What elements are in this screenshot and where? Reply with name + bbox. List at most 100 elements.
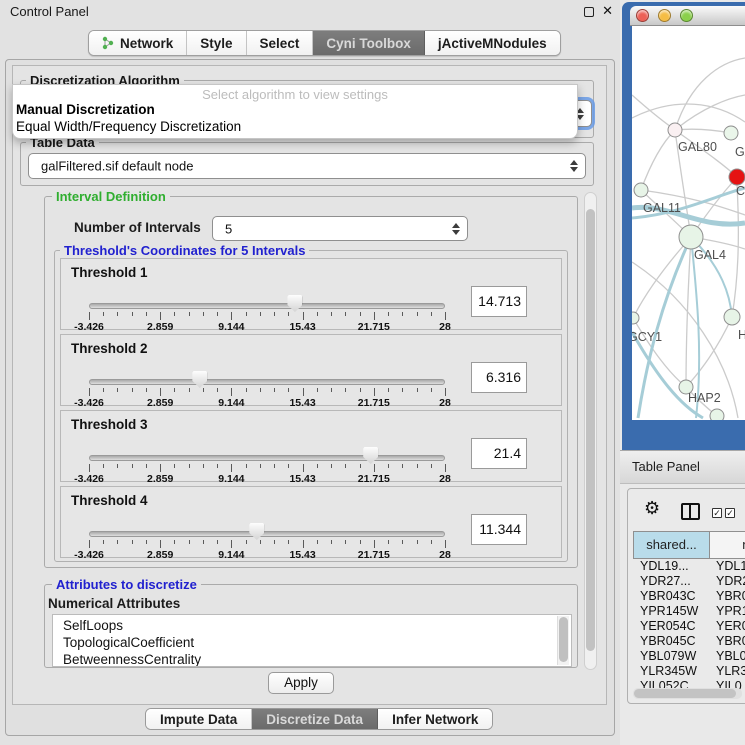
num-intervals-combobox[interactable]: 5: [212, 216, 468, 241]
column-header-shared[interactable]: shared...: [633, 531, 710, 559]
tick-mark: [231, 540, 232, 548]
tab-style[interactable]: Style: [187, 31, 246, 55]
columns-icon[interactable]: [681, 503, 700, 520]
tab-impute-data[interactable]: Impute Data: [146, 709, 252, 729]
table-cell[interactable]: YBR0: [710, 634, 745, 649]
attribute-list-item[interactable]: SelfLoops: [53, 617, 571, 634]
network-edge: [675, 58, 745, 130]
tick-mark: [331, 464, 332, 468]
network-node-label: GAL80: [678, 140, 717, 154]
scrollbar-thumb[interactable]: [586, 209, 595, 651]
table-data-combobox[interactable]: galFiltered.sif default node: [28, 153, 586, 179]
table-cell[interactable]: YLR345W: [633, 664, 710, 679]
network-node[interactable]: [710, 409, 724, 420]
scrollbar-thumb[interactable]: [634, 689, 736, 698]
float-window-icon[interactable]: [584, 7, 594, 17]
table-row[interactable]: YDL19...YDL1: [633, 559, 745, 574]
tab-cyni-toolbox[interactable]: Cyni Toolbox: [313, 31, 425, 55]
table-row[interactable]: YLR345WYLR3: [633, 664, 745, 679]
table-cell[interactable]: YBR043C: [633, 589, 710, 604]
slider-track[interactable]: [89, 379, 445, 385]
slider-thumb[interactable]: [249, 523, 264, 540]
tick-mark: [103, 464, 104, 468]
table-row[interactable]: YBL079WYBL0: [633, 649, 745, 664]
attributes-list-scrollbar[interactable]: [557, 616, 569, 665]
dropdown-hint: Select algorithm to view settings: [13, 85, 577, 102]
dropdown-option-equal-width[interactable]: Equal Width/Frequency Discretization: [13, 119, 577, 136]
network-node[interactable]: [632, 312, 639, 324]
tick-label: 28: [439, 397, 451, 409]
tick-mark: [345, 540, 346, 544]
network-node[interactable]: [729, 169, 745, 185]
panel-scrollbar[interactable]: [584, 192, 597, 670]
checkbox-icon[interactable]: ✓: [725, 508, 735, 518]
checkbox-icon[interactable]: ✓: [712, 508, 722, 518]
tick-mark: [132, 540, 133, 544]
numerical-attributes-label: Numerical Attributes: [48, 596, 180, 611]
network-node[interactable]: [724, 309, 740, 325]
table-cell[interactable]: YDL1: [710, 559, 745, 574]
network-node[interactable]: [679, 225, 703, 249]
attribute-list-item[interactable]: BetweennessCentrality: [53, 651, 571, 667]
table-cell[interactable]: YBR0: [710, 589, 745, 604]
tab-jactivemnodules[interactable]: jActiveMNodules: [425, 31, 560, 55]
table-row[interactable]: YPR145WYPR1: [633, 604, 745, 619]
slider-thumb[interactable]: [192, 371, 207, 388]
table-panel-card: ⚙ ✓ ✓ shared... na YDL19...YDL1YDR27...Y…: [627, 488, 745, 704]
table-cell[interactable]: YBL079W: [633, 649, 710, 664]
table-cell[interactable]: YBL0: [710, 649, 745, 664]
table-row[interactable]: YER054CYER0: [633, 619, 745, 634]
table-cell[interactable]: YDR27...: [633, 574, 710, 589]
table-row[interactable]: YBR045CYBR0: [633, 634, 745, 649]
slider-track[interactable]: [89, 303, 445, 309]
table-cell[interactable]: YDL19...: [633, 559, 710, 574]
close-icon[interactable]: ✕: [602, 3, 613, 19]
slider-thumb[interactable]: [287, 295, 302, 312]
table-cell[interactable]: YPR1: [710, 604, 745, 619]
table-cell[interactable]: YER0: [710, 619, 745, 634]
threshold-row: Threshold 3 -3.4262.8599.14415.4321.7152…: [60, 410, 562, 482]
attribute-list-item[interactable]: TopologicalCoefficient: [53, 634, 571, 651]
tick-mark: [374, 464, 375, 472]
column-header-name[interactable]: na: [710, 531, 745, 559]
gear-icon[interactable]: ⚙: [644, 498, 660, 519]
tab-network[interactable]: Network: [89, 31, 187, 55]
tick-mark: [146, 464, 147, 468]
threshold-value-field[interactable]: 6.316: [471, 362, 527, 393]
control-panel-window: Control Panel ✕ Network Style Select Cyn…: [0, 0, 620, 745]
table-hscrollbar[interactable]: [633, 688, 742, 699]
table-row[interactable]: YBR043CYBR0: [633, 589, 745, 604]
traffic-light-zoom[interactable]: [680, 9, 693, 22]
slider-thumb[interactable]: [363, 447, 378, 464]
threshold-value-field[interactable]: 21.4: [471, 438, 527, 469]
tick-mark: [231, 464, 232, 472]
table-cell[interactable]: YER054C: [633, 619, 710, 634]
table-cell[interactable]: YBR045C: [633, 634, 710, 649]
table-cell[interactable]: YLR3: [710, 664, 745, 679]
dropdown-option-manual[interactable]: Manual Discretization: [13, 102, 577, 119]
traffic-light-minimize[interactable]: [658, 9, 671, 22]
tick-mark: [303, 464, 304, 472]
tab-infer-network[interactable]: Infer Network: [378, 709, 492, 729]
tick-mark: [317, 540, 318, 544]
tab-select[interactable]: Select: [247, 31, 314, 55]
threshold-value-field[interactable]: 14.713: [471, 286, 527, 317]
apply-button[interactable]: Apply: [268, 672, 334, 694]
combo-arrows-icon: [452, 223, 460, 235]
slider-track[interactable]: [89, 455, 445, 461]
slider-ticks: [89, 388, 445, 397]
tick-mark: [246, 312, 247, 316]
network-canvas[interactable]: GAL80GACGAL11GAL4GCY1HHAP2: [632, 26, 745, 420]
network-node[interactable]: [634, 183, 648, 197]
table-row[interactable]: YDR27...YDR2: [633, 574, 745, 589]
table-cell[interactable]: YDR2: [710, 574, 745, 589]
slider-track[interactable]: [89, 531, 445, 537]
table-cell[interactable]: YPR145W: [633, 604, 710, 619]
table-body: YDL19...YDL1YDR27...YDR2YBR043CYBR0YPR14…: [633, 559, 745, 694]
scrollbar-thumb[interactable]: [559, 617, 568, 662]
threshold-value-field[interactable]: 11.344: [471, 514, 527, 545]
tab-discretize-data[interactable]: Discretize Data: [252, 709, 378, 729]
network-node[interactable]: [668, 123, 682, 137]
traffic-light-close[interactable]: [636, 9, 649, 22]
network-node[interactable]: [724, 126, 738, 140]
